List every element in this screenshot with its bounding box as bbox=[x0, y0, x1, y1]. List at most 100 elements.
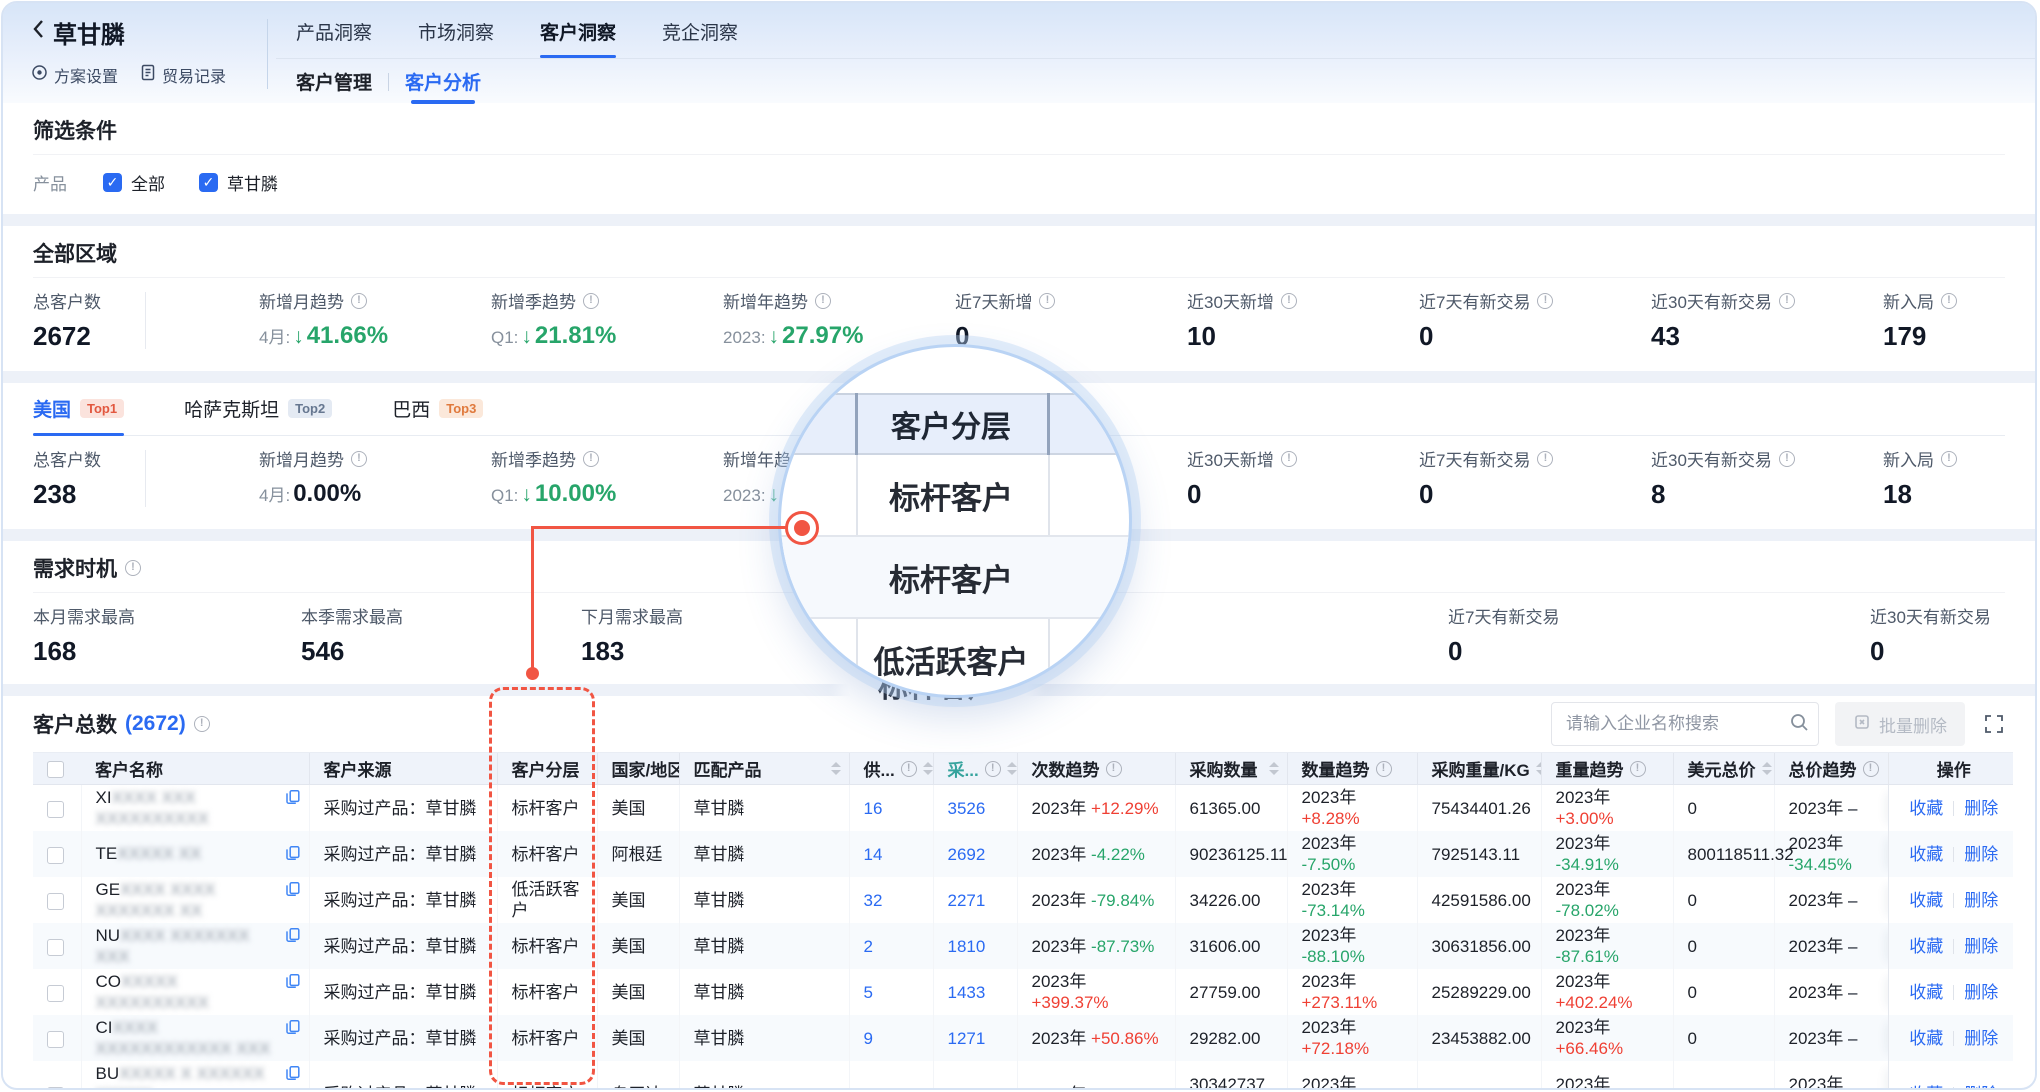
copy-icon[interactable] bbox=[285, 1065, 301, 1086]
supplier-count-link[interactable]: 5 bbox=[864, 983, 873, 1002]
favorite-button[interactable]: 收藏 bbox=[1909, 799, 1943, 818]
info-icon[interactable]: ! bbox=[901, 761, 917, 777]
row-checkbox[interactable] bbox=[47, 893, 64, 910]
purchase-count-link[interactable]: 2692 bbox=[948, 845, 986, 864]
info-icon[interactable]: ! bbox=[1281, 293, 1297, 309]
purchase-count-link[interactable]: 3526 bbox=[948, 799, 986, 818]
info-icon[interactable]: ! bbox=[1941, 293, 1957, 309]
delete-button[interactable]: 删除 bbox=[1964, 845, 1998, 864]
favorite-button[interactable]: 收藏 bbox=[1909, 983, 1943, 1002]
favorite-button[interactable]: 收藏 bbox=[1909, 845, 1943, 864]
favorite-button[interactable]: 收藏 bbox=[1909, 1085, 1943, 1090]
info-icon[interactable]: ! bbox=[815, 293, 831, 309]
copy-icon[interactable] bbox=[285, 789, 301, 810]
copy-icon[interactable] bbox=[285, 973, 301, 994]
checkbox-checked-icon[interactable]: ✓ bbox=[103, 173, 122, 192]
sort-icon[interactable] bbox=[1762, 762, 1772, 775]
delete-button[interactable]: 删除 bbox=[1964, 1085, 1998, 1090]
copy-icon[interactable] bbox=[285, 1019, 301, 1040]
info-icon[interactable]: ! bbox=[1537, 451, 1553, 467]
info-icon[interactable]: ! bbox=[985, 761, 1001, 777]
delete-button[interactable]: 删除 bbox=[1964, 799, 1998, 818]
product-checkbox-0[interactable]: ✓全部 bbox=[103, 170, 165, 195]
search-icon[interactable] bbox=[1789, 712, 1809, 737]
info-icon[interactable]: ! bbox=[1630, 761, 1646, 777]
row-checkbox[interactable] bbox=[47, 1031, 64, 1048]
sort-icon[interactable] bbox=[923, 762, 933, 775]
all-region-stat-3: 新增年趋势!2023:↓27.97% bbox=[723, 288, 955, 353]
country-tab-0[interactable]: 美国Top1 bbox=[33, 395, 124, 435]
top-rank-badge: Top1 bbox=[80, 399, 124, 418]
delete-button[interactable]: 删除 bbox=[1964, 1029, 1998, 1048]
table-row: NUXXXX XXXXXXX XXX采购过产品：草甘膦标杆客户美国草甘膦2181… bbox=[33, 923, 2013, 969]
info-icon[interactable]: ! bbox=[583, 451, 599, 467]
delete-button[interactable]: 删除 bbox=[1964, 937, 1998, 956]
purchase-count-link[interactable]: 1271 bbox=[948, 1029, 986, 1048]
batch-delete-button[interactable]: 批量删除 bbox=[1835, 702, 1965, 746]
country-tab-2[interactable]: 巴西Top3 bbox=[392, 395, 483, 435]
info-icon[interactable]: ! bbox=[1941, 451, 1957, 467]
purchase-count-link[interactable]: 1810 bbox=[948, 937, 986, 956]
main-tab-3[interactable]: 竞企洞察 bbox=[662, 18, 738, 58]
info-icon[interactable]: ! bbox=[125, 560, 141, 576]
info-icon[interactable]: ! bbox=[1281, 451, 1297, 467]
product-checkbox-1[interactable]: ✓草甘膦 bbox=[199, 170, 278, 195]
info-icon[interactable]: ! bbox=[194, 716, 210, 732]
fullscreen-icon[interactable] bbox=[1983, 713, 2005, 735]
copy-icon[interactable] bbox=[285, 881, 301, 902]
row-checkbox[interactable] bbox=[47, 847, 64, 864]
sort-icon[interactable] bbox=[1536, 762, 1541, 775]
info-icon[interactable]: ! bbox=[1376, 761, 1392, 777]
supplier-count-link[interactable]: 16 bbox=[864, 799, 883, 818]
supplier-count-link[interactable]: 14 bbox=[864, 845, 883, 864]
quick-link-scheme-settings[interactable]: 方案设置 bbox=[31, 63, 118, 87]
select-all-checkbox[interactable] bbox=[47, 761, 64, 778]
info-icon[interactable]: ! bbox=[1039, 293, 1055, 309]
info-icon[interactable]: ! bbox=[351, 293, 367, 309]
sort-icon[interactable] bbox=[1269, 762, 1279, 775]
supplier-count-link[interactable]: 2 bbox=[864, 937, 873, 956]
purchase-count-link[interactable]: 1433 bbox=[948, 983, 986, 1002]
row-checkbox[interactable] bbox=[47, 985, 64, 1002]
sort-icon[interactable] bbox=[1007, 762, 1017, 775]
info-icon[interactable]: ! bbox=[583, 293, 599, 309]
quantity-trend-cell: 2023年 +273.11% bbox=[1287, 969, 1417, 1015]
main-tab-1[interactable]: 市场洞察 bbox=[418, 18, 494, 58]
copy-icon[interactable] bbox=[285, 927, 301, 948]
supplier-count-link[interactable]: 32 bbox=[864, 891, 883, 910]
favorite-button[interactable]: 收藏 bbox=[1909, 1029, 1943, 1048]
info-icon[interactable]: ! bbox=[1779, 293, 1795, 309]
info-icon[interactable]: ! bbox=[1779, 451, 1795, 467]
customer-source-cell: 采购过产品：草甘膦 bbox=[309, 877, 497, 923]
row-checkbox[interactable] bbox=[47, 801, 64, 818]
search-input[interactable] bbox=[1564, 713, 1789, 735]
favorite-button[interactable]: 收藏 bbox=[1909, 937, 1943, 956]
purchase-count-link[interactable]: 971 bbox=[948, 1085, 976, 1090]
company-search-box[interactable] bbox=[1551, 702, 1819, 746]
supplier-count-link[interactable]: 9 bbox=[864, 1029, 873, 1048]
sub-tab-1[interactable]: 客户分析 bbox=[405, 68, 481, 95]
country-tab-1[interactable]: 哈萨克斯坦Top2 bbox=[184, 395, 332, 435]
quick-link-trade-records[interactable]: 贸易记录 bbox=[140, 63, 226, 87]
purchase-count-link[interactable]: 2271 bbox=[948, 891, 986, 910]
column-header-8: 采购数量 bbox=[1190, 756, 1279, 781]
row-checkbox[interactable] bbox=[47, 939, 64, 956]
favorite-button[interactable]: 收藏 bbox=[1909, 891, 1943, 910]
quantity-trend-cell: 2023年 -88.10% bbox=[1287, 923, 1417, 969]
main-tab-0[interactable]: 产品洞察 bbox=[296, 18, 372, 58]
info-icon[interactable]: ! bbox=[351, 451, 367, 467]
sub-tab-0[interactable]: 客户管理 bbox=[296, 68, 372, 95]
info-icon[interactable]: ! bbox=[1106, 761, 1122, 777]
sort-icon[interactable] bbox=[831, 762, 841, 775]
filter-title: 筛选条件 bbox=[33, 103, 2005, 154]
info-icon[interactable]: ! bbox=[1863, 761, 1879, 777]
checkbox-checked-icon[interactable]: ✓ bbox=[199, 173, 218, 192]
main-tab-2[interactable]: 客户洞察 bbox=[540, 18, 616, 58]
supplier-count-link[interactable]: 16 bbox=[864, 1085, 883, 1090]
delete-button[interactable]: 删除 bbox=[1964, 983, 1998, 1002]
delete-button[interactable]: 删除 bbox=[1964, 891, 1998, 910]
copy-icon[interactable] bbox=[285, 845, 301, 866]
back-button[interactable]: 草甘膦 bbox=[31, 15, 267, 50]
row-checkbox[interactable] bbox=[47, 1087, 64, 1090]
info-icon[interactable]: ! bbox=[1537, 293, 1553, 309]
